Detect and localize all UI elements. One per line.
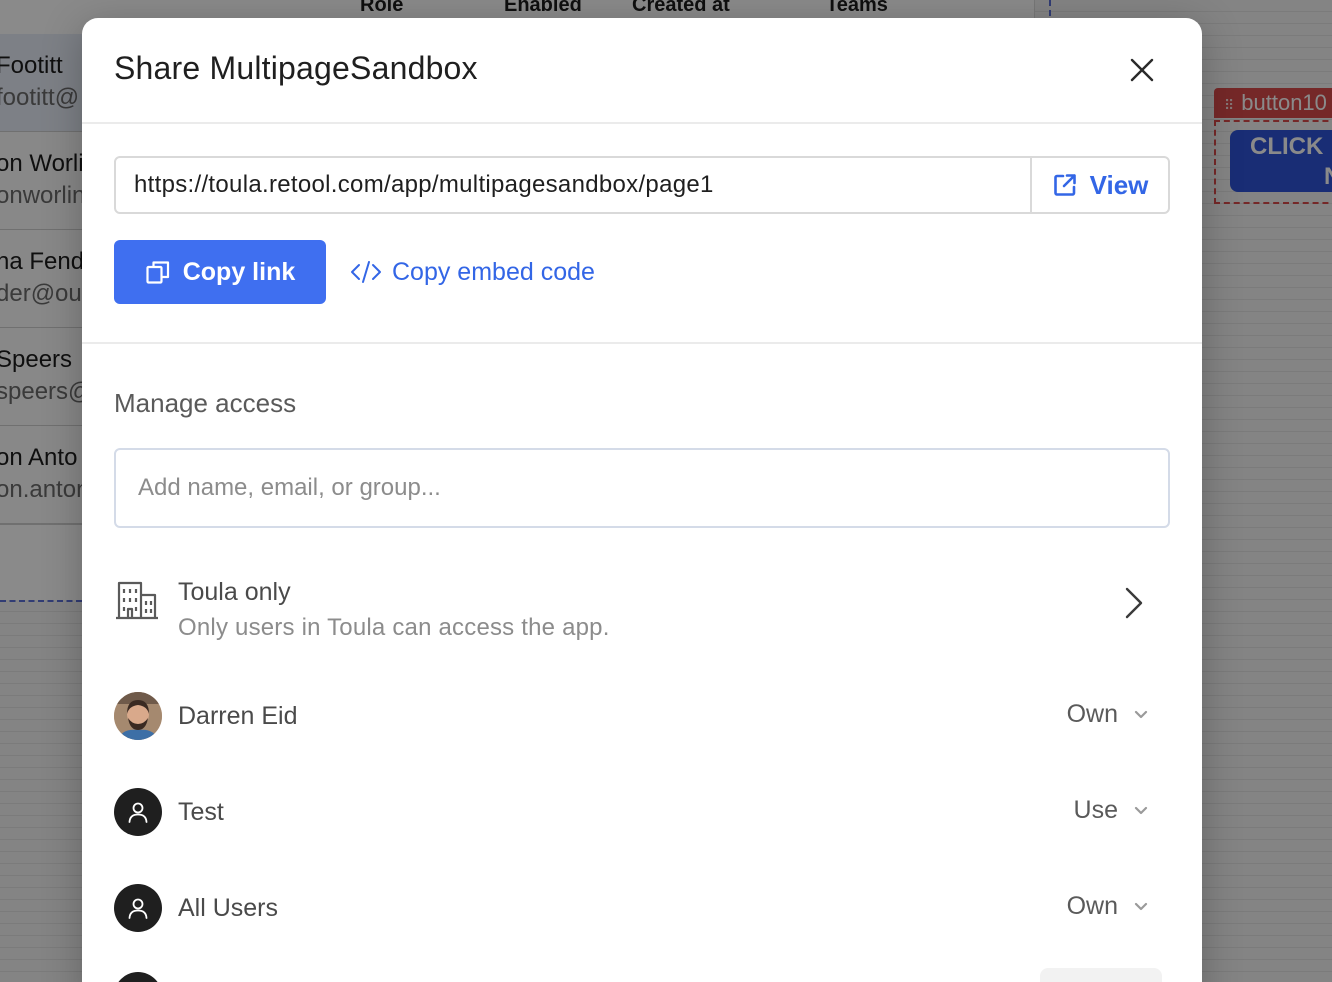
member-row: Test Use	[114, 788, 1170, 836]
code-icon	[351, 261, 381, 283]
external-link-icon	[1053, 174, 1076, 196]
avatar	[114, 692, 162, 740]
member-name: Test	[178, 798, 224, 826]
avatar	[114, 788, 162, 836]
chevron-down-icon	[1134, 806, 1148, 814]
member-row: Darren Eid Own	[114, 692, 1170, 740]
permission-dropdown[interactable]: Own	[1067, 892, 1148, 921]
permission-value: Use	[1073, 796, 1118, 824]
avatar	[114, 972, 162, 982]
close-button[interactable]	[1124, 52, 1160, 88]
permission-dropdown[interactable]: Use	[1074, 796, 1148, 825]
permission-dropdown[interactable]: Own	[1067, 700, 1148, 729]
chevron-down-icon	[1134, 710, 1148, 718]
permission-value: Own	[1066, 700, 1118, 728]
permission-value: Own	[1066, 892, 1118, 920]
org-access-title: Toula only	[178, 578, 291, 606]
share-modal: Share MultipageSandbox View	[82, 18, 1202, 982]
user-icon	[128, 802, 148, 823]
copy-link-button[interactable]: Copy link	[114, 240, 326, 304]
permission-dropdown[interactable]	[1040, 968, 1162, 982]
view-label: View	[1089, 169, 1149, 200]
member-row: All Users Own	[114, 884, 1170, 932]
share-url-group: View	[114, 156, 1170, 214]
building-icon	[116, 581, 158, 620]
avatar	[114, 884, 162, 932]
view-button[interactable]: View	[1030, 158, 1168, 212]
user-photo	[114, 692, 162, 740]
org-access-description: Only users in Toula can access the app.	[178, 614, 610, 641]
copy-icon	[146, 261, 169, 284]
org-access-row[interactable]: Toula only Only users in Toula can acces…	[114, 572, 1170, 642]
share-url-input[interactable]	[116, 158, 1030, 212]
member-name: Darren Eid	[178, 702, 298, 730]
copy-link-label: Copy link	[182, 257, 296, 286]
modal-title: Share MultipageSandbox	[114, 50, 478, 86]
close-icon[interactable]	[1129, 57, 1155, 83]
share-link-section: View Copy link Copy embed code	[82, 124, 1202, 344]
share-actions: Copy link Copy embed code	[114, 240, 595, 304]
user-icon	[128, 898, 148, 919]
chevron-down-icon	[1134, 902, 1148, 910]
modal-header: Share MultipageSandbox	[82, 18, 1202, 124]
chevron-right-icon[interactable]	[1122, 586, 1146, 620]
copy-embed-label: Copy embed code	[392, 257, 595, 286]
copy-embed-code-button[interactable]: Copy embed code	[350, 258, 595, 287]
add-access-input[interactable]	[114, 448, 1170, 528]
manage-access-heading: Manage access	[114, 388, 297, 418]
member-name: All Users	[178, 894, 279, 922]
